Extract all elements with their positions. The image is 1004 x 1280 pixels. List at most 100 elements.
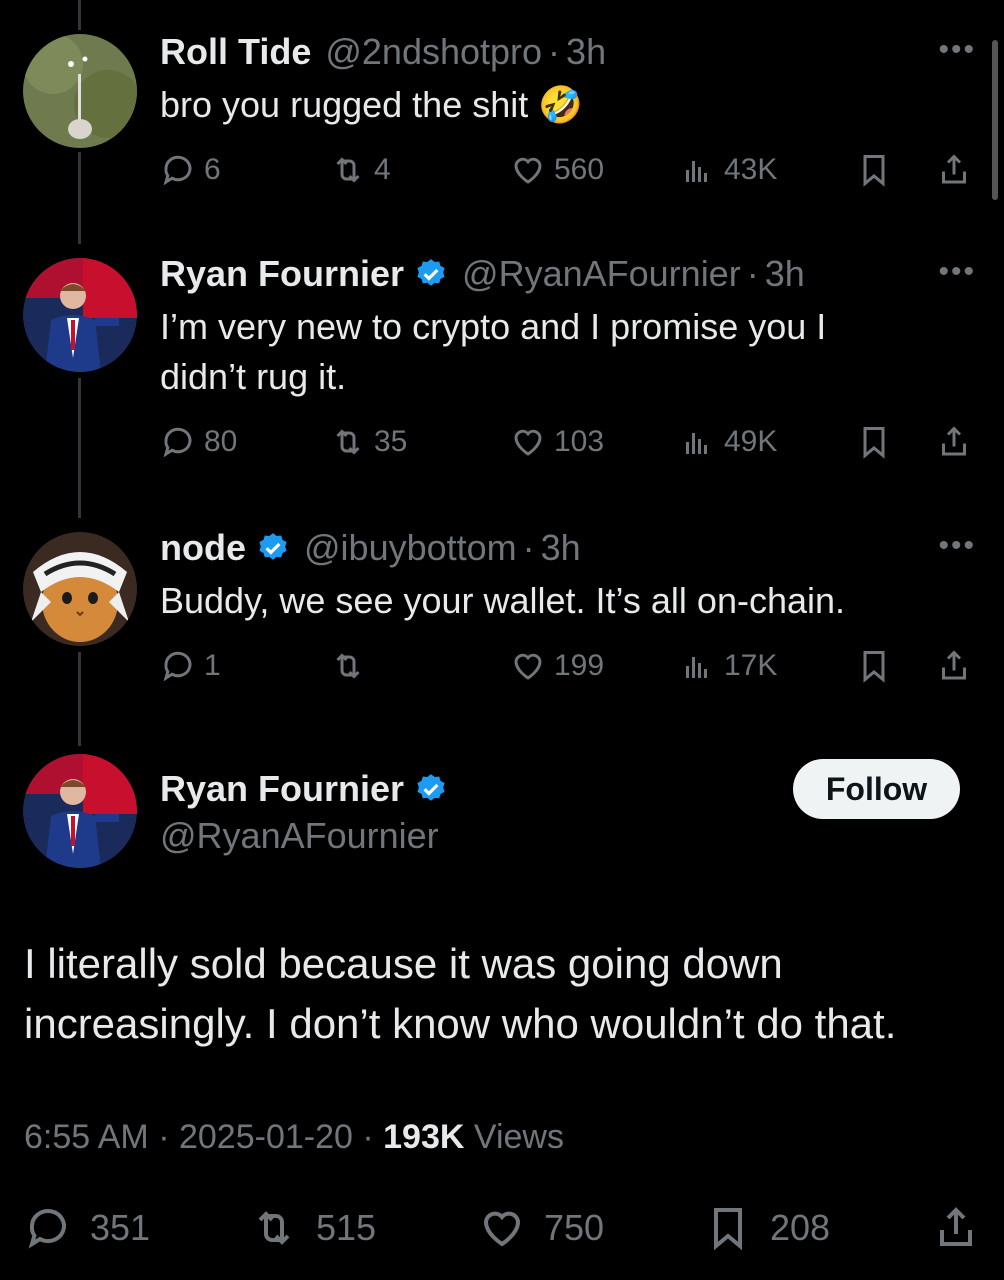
repost-icon (336, 429, 360, 455)
tweet-text: I’m very new to crypto and I promise you… (160, 302, 826, 402)
share-icon (942, 154, 966, 184)
reply-count: 80 (204, 425, 238, 458)
like-button[interactable]: 750 (478, 1200, 604, 1256)
views-count: 17K (724, 649, 778, 682)
author-handle[interactable]: @2ndshotpro (325, 30, 542, 74)
repost-button[interactable]: 35 (330, 420, 407, 464)
views-button[interactable]: 17K (680, 644, 777, 688)
bookmark-button[interactable]: 208 (704, 1200, 830, 1256)
like-button[interactable]: 560 (510, 148, 604, 192)
reply-icon (163, 155, 192, 186)
views-count: 43K (724, 153, 778, 186)
like-count: 750 (544, 1207, 605, 1248)
action-bar: 80 35 103 49K (160, 420, 980, 464)
share-button[interactable] (932, 1200, 980, 1256)
verified-badge-icon (259, 533, 287, 560)
tweet-text-line: didn’t rug it. (160, 356, 347, 397)
heart-icon (514, 653, 542, 680)
avatar[interactable] (23, 258, 137, 372)
share-button[interactable] (936, 148, 972, 192)
tweet-time[interactable]: 6:55 AM (24, 1118, 149, 1156)
avatar[interactable] (23, 532, 137, 646)
tweet-header: node @ibuybottom · 3h (160, 526, 581, 570)
more-options-icon[interactable]: ••• (938, 257, 976, 287)
like-button[interactable]: 103 (510, 420, 604, 464)
main-avatar[interactable] (23, 754, 137, 868)
tweet-text: Buddy, we see your wallet. It’s all on-c… (160, 576, 845, 626)
reply-count: 351 (90, 1207, 151, 1248)
bookmark-button[interactable] (856, 644, 892, 688)
author-name[interactable]: Roll Tide (160, 30, 311, 74)
repost-icon (336, 653, 360, 679)
tweet-header: Ryan Fournier @RyanAFournier · 3h (160, 252, 805, 296)
tweet-header: Roll Tide @2ndshotpro · 3h (160, 30, 606, 74)
share-button[interactable] (936, 420, 972, 464)
repost-icon (258, 1211, 290, 1245)
laughing-emoji: 🤣 (538, 84, 584, 125)
more-options-icon[interactable]: ••• (938, 35, 976, 65)
more-options-icon[interactable]: ••• (938, 531, 976, 561)
views-label: Views (473, 1118, 564, 1156)
share-button[interactable] (936, 644, 972, 688)
bookmark-button[interactable] (856, 420, 892, 464)
views-count: 193K (383, 1118, 465, 1156)
author-name[interactable]: Ryan Fournier (160, 252, 404, 296)
avatar[interactable] (23, 34, 137, 148)
analytics-icon (686, 657, 707, 678)
reply-button[interactable]: 351 (24, 1200, 150, 1256)
views-button[interactable]: 49K (680, 420, 777, 464)
reply-button[interactable]: 80 (160, 420, 237, 464)
thread-line (78, 152, 81, 244)
separator: · (522, 527, 535, 568)
verified-badge-icon (417, 259, 445, 286)
bookmark-icon (714, 1208, 742, 1251)
author-name[interactable]: node (160, 526, 246, 570)
repost-icon (336, 157, 360, 183)
follow-button[interactable]: Follow (793, 759, 960, 819)
bookmark-button[interactable] (856, 148, 892, 192)
repost-button[interactable]: 4 (330, 148, 391, 192)
like-count: 560 (554, 153, 605, 186)
repost-button[interactable] (330, 644, 374, 688)
author-handle[interactable]: @RyanAFournier (462, 252, 741, 296)
tweet-date[interactable]: 2025-01-20 (179, 1118, 353, 1156)
heart-icon (483, 1211, 521, 1247)
views-button[interactable]: 43K (680, 148, 777, 192)
reply-icon (163, 651, 192, 682)
reply-button[interactable]: 1 (160, 644, 221, 688)
bookmark-count: 208 (770, 1207, 831, 1248)
verified-badge-icon (417, 774, 445, 801)
views-count: 49K (724, 425, 778, 458)
timestamp[interactable]: 3h (765, 252, 805, 296)
main-action-bar: 351 515 750 208 (24, 1200, 984, 1256)
separator: · (746, 253, 759, 294)
separator: · (158, 1118, 170, 1156)
thread-line (78, 0, 81, 30)
author-name[interactable]: Ryan Fournier (160, 768, 404, 810)
analytics-icon (686, 433, 707, 454)
action-bar: 1 199 17K (160, 644, 980, 688)
reply-button[interactable]: 6 (160, 148, 221, 192)
tweet-text: bro you rugged the shit 🤣 (160, 80, 583, 130)
main-tweet-text: I literally sold because it was going do… (24, 934, 984, 1054)
timestamp[interactable]: 3h (541, 526, 581, 570)
timestamp[interactable]: 3h (566, 30, 606, 74)
like-button[interactable]: 199 (510, 644, 604, 688)
bookmark-icon (863, 155, 885, 187)
repost-count: 35 (374, 425, 408, 458)
tweet-text-content: bro you rugged the shit (160, 84, 529, 125)
main-author: Ryan Fournier (160, 768, 448, 810)
separator: · (548, 31, 561, 72)
author-handle[interactable]: @ibuybottom (304, 526, 517, 570)
action-bar: 6 4 560 43K (160, 148, 980, 192)
repost-button[interactable]: 515 (250, 1200, 376, 1256)
reply-count: 1 (204, 649, 221, 682)
scrollbar[interactable] (992, 40, 998, 200)
reply-icon (28, 1209, 66, 1249)
bookmark-icon (863, 651, 885, 683)
tweet-text-line: I literally sold because it was going do… (24, 940, 783, 987)
author-handle[interactable]: @RyanAFournier (160, 815, 439, 857)
bookmark-icon (863, 427, 885, 459)
thread-line (78, 652, 81, 746)
like-count: 199 (554, 649, 605, 682)
